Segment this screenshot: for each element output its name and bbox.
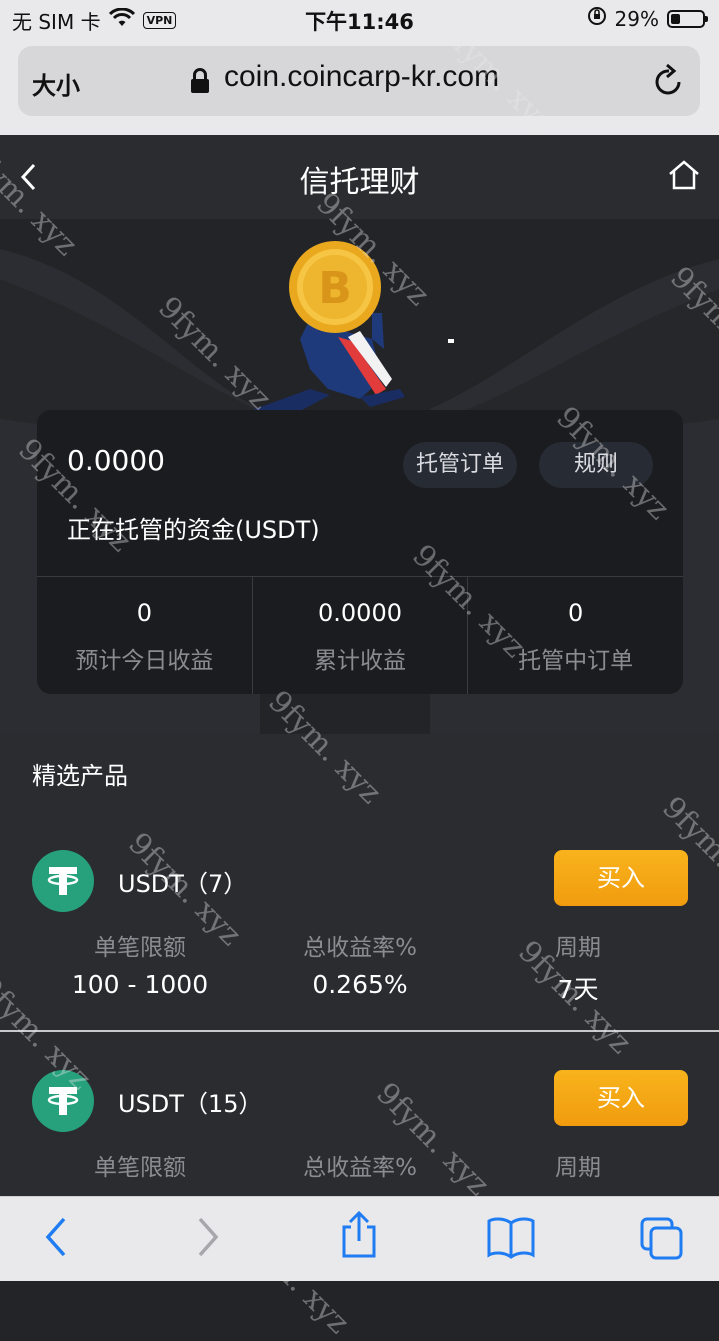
battery-icon xyxy=(667,9,708,28)
period-header: 周期 xyxy=(555,935,601,961)
url-text[interactable]: coin.coincarp-kr.com xyxy=(224,60,499,94)
browser-toolbar xyxy=(0,1196,719,1281)
stat-value: 0 xyxy=(568,599,584,627)
product-name: USDT（15） xyxy=(118,1090,263,1118)
tabs-icon[interactable] xyxy=(638,1215,686,1265)
summary-card: 0.0000 正在托管的资金(USDT) 托管订单 规则 0 预计今日收益 0.… xyxy=(37,410,683,694)
stat-label: 托管中订单 xyxy=(518,648,634,674)
page-title: 信托理财 xyxy=(299,165,420,200)
buy-button[interactable]: 买入 xyxy=(554,850,688,906)
buy-button[interactable]: 买入 xyxy=(554,1070,688,1126)
stat-active-orders: 0 托管中订单 xyxy=(467,577,683,694)
rate-header: 总收益率% xyxy=(303,935,417,961)
stat-label: 预计今日收益 xyxy=(75,648,214,674)
limit-header: 单笔限额 xyxy=(94,1155,186,1181)
rules-button[interactable]: 规则 xyxy=(539,442,653,488)
tether-icon xyxy=(32,850,94,912)
custody-balance-label: 正在托管的资金(USDT) xyxy=(67,516,320,544)
stat-value: 0 xyxy=(136,599,152,627)
status-bar: 无 SIM 卡 VPN 下午11:46 29% xyxy=(0,0,719,40)
reload-icon[interactable] xyxy=(652,62,686,102)
section-title: 精选产品 xyxy=(32,762,128,790)
browser-address-area: 大小 coin.coincarp-kr.com xyxy=(0,40,719,135)
address-bar[interactable]: 大小 coin.coincarp-kr.com xyxy=(18,46,700,116)
tether-icon xyxy=(32,1070,94,1132)
browser-forward-icon[interactable] xyxy=(192,1215,222,1263)
custody-balance: 0.0000 xyxy=(67,444,165,477)
stats-row: 0 预计今日收益 0.0000 累计收益 0 托管中订单 xyxy=(37,576,683,694)
limit-header: 单笔限额 xyxy=(94,935,186,961)
battery-percent: 29% xyxy=(614,6,659,31)
limit-value: 100 - 1000 xyxy=(71,970,209,999)
products-section: 精选产品 USDT（7） 买入 单笔限额 总收益率% 周期 100 - 1000… xyxy=(0,734,719,1196)
period-value: 7天 xyxy=(557,975,599,1004)
lock-icon xyxy=(190,68,210,98)
status-right: 29% xyxy=(587,6,708,31)
stat-total-earnings: 0.0000 累计收益 xyxy=(251,577,468,694)
product-card: USDT（15） 买入 单笔限额 总收益率% 周期 xyxy=(0,1034,719,1196)
svg-text:B: B xyxy=(318,263,352,314)
bookmarks-icon[interactable] xyxy=(486,1215,536,1263)
rate-value: 0.265% xyxy=(312,970,408,999)
stat-today-earnings: 0 预计今日收益 xyxy=(37,577,252,694)
product-card: USDT（7） 买入 单笔限额 总收益率% 周期 100 - 1000 0.26… xyxy=(0,814,719,1032)
stat-value: 0.0000 xyxy=(318,599,402,627)
home-icon[interactable] xyxy=(667,159,701,195)
orientation-lock-icon xyxy=(587,6,607,31)
stat-label: 累计收益 xyxy=(314,648,406,674)
share-icon[interactable] xyxy=(338,1210,380,1263)
period-header: 周期 xyxy=(555,1155,601,1181)
text-size-button[interactable]: 大小 xyxy=(32,66,80,101)
rate-header: 总收益率% xyxy=(303,1155,417,1181)
app-header: 信托理财 xyxy=(0,135,719,219)
custody-orders-button[interactable]: 托管订单 xyxy=(403,442,517,488)
browser-back-icon[interactable] xyxy=(40,1215,70,1263)
product-name: USDT（7） xyxy=(118,870,248,898)
